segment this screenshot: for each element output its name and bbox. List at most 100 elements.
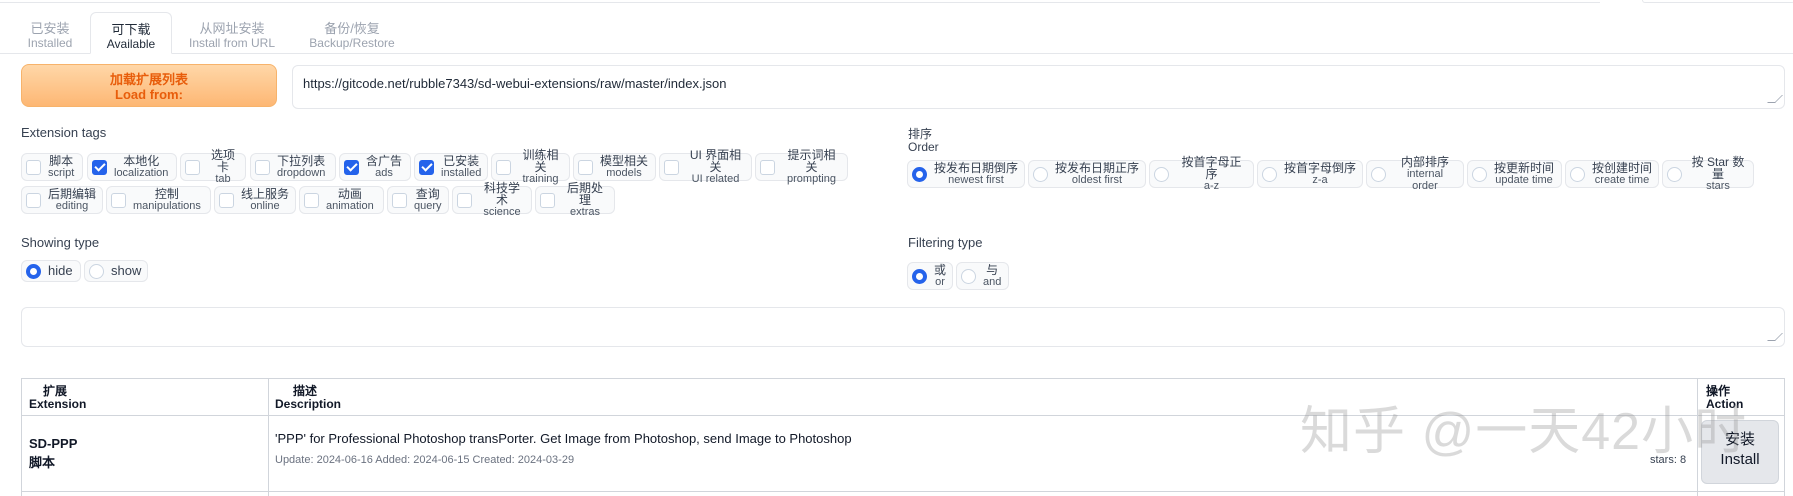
showing-show[interactable]: show [84, 260, 148, 282]
checkbox-icon[interactable] [457, 192, 472, 208]
checkbox-icon[interactable] [540, 192, 555, 208]
tag-label-zh: 脚本 [49, 154, 74, 168]
radio-icon[interactable] [1472, 166, 1487, 182]
tag-label-en: tab [215, 173, 231, 185]
checkbox-icon[interactable] [760, 159, 775, 175]
checkbox-checked-icon[interactable] [344, 159, 359, 175]
checkbox-icon[interactable] [26, 192, 41, 208]
tag-label-zh: 科技学术 [483, 181, 520, 207]
resize-handle-icon[interactable] [1767, 95, 1783, 103]
checkbox-icon[interactable] [664, 159, 679, 175]
filtering-and[interactable]: 与 and [956, 262, 1009, 290]
checkbox-icon[interactable] [496, 159, 511, 175]
load-button-en: Load from: [115, 87, 183, 102]
order-label-zh: 按发布日期倒序 [934, 161, 1019, 175]
showing-type-label: Showing type [21, 235, 100, 250]
filtering-label-en: or [935, 276, 945, 288]
tag-label-en: models [606, 167, 642, 179]
tag-script[interactable]: 脚本 script [21, 153, 83, 181]
tag-localization[interactable]: 本地化 localization [87, 153, 177, 181]
tag-label-zh: 已安装 [443, 154, 480, 168]
order-stars[interactable]: 按 Star 数量 stars [1662, 156, 1754, 192]
header-extension-en: Extension [29, 397, 87, 411]
tag-ads[interactable]: 含广告 ads [339, 153, 411, 181]
tag-label-en: science [483, 206, 521, 218]
order-newest-first[interactable]: 按发布日期倒序 newest first [907, 160, 1025, 188]
tag-label-en: ads [375, 167, 393, 179]
radio-icon[interactable] [1262, 166, 1277, 182]
checkbox-icon[interactable] [219, 192, 234, 208]
tab-installed[interactable]: 已安装 Installed [18, 18, 82, 54]
radio-icon[interactable] [89, 263, 104, 279]
tag-installed[interactable]: 已安装 installed [414, 153, 488, 181]
tag-animation[interactable]: 动画 animation [299, 186, 384, 214]
search-textarea[interactable] [21, 307, 1785, 347]
tag-extras[interactable]: 后期处理 extras [535, 182, 615, 218]
showing-hide[interactable]: hide [21, 260, 81, 282]
tag-dropdown[interactable]: 下拉列表 dropdown [250, 153, 336, 181]
tag-label-zh: 控制 [154, 187, 179, 201]
resize-handle-icon[interactable] [1767, 333, 1783, 341]
tag-manipulations[interactable]: 控制 manipulations [106, 186, 211, 214]
order-a-z[interactable]: 按首字母正序 a-z [1149, 156, 1254, 192]
tag-prompting[interactable]: 提示词相关 prompting [755, 149, 848, 185]
radio-icon[interactable] [1033, 166, 1048, 182]
tag-ui-related[interactable]: UI 界面相关 UI related [659, 149, 752, 185]
order-z-a[interactable]: 按首字母倒序 z-a [1257, 160, 1363, 188]
tag-label-en: extras [570, 206, 600, 218]
tab-backup-restore-zh: 备份/恢复 [324, 21, 380, 36]
tag-label-en: localization [114, 167, 169, 179]
tag-label-zh: 线上服务 [241, 187, 290, 201]
radio-selected-icon[interactable] [912, 268, 927, 284]
tag-query[interactable]: 查询 query [387, 186, 449, 214]
order-label-zh: 按 Star 数量 [1691, 155, 1745, 181]
table-row-divider [21, 491, 1785, 492]
checkbox-icon[interactable] [304, 192, 319, 208]
checkbox-icon[interactable] [392, 192, 407, 208]
tab-available[interactable]: 可下载 Available [90, 12, 172, 54]
order-update-time[interactable]: 按更新时间 update time [1467, 160, 1562, 188]
radio-icon[interactable] [961, 268, 976, 284]
tag-label-zh: 模型相关 [600, 154, 649, 168]
checkbox-icon[interactable] [578, 159, 593, 175]
filtering-or[interactable]: 或 or [907, 262, 953, 290]
checkbox-icon[interactable] [255, 159, 270, 175]
watermark: 知乎 @一天42小时 [1300, 403, 1748, 461]
load-extension-list-button[interactable]: 加载扩展列表 Load from: [21, 64, 277, 107]
tag-training[interactable]: 训练相关 training [491, 149, 570, 185]
checkbox-checked-icon[interactable] [419, 159, 434, 175]
radio-selected-icon[interactable] [912, 166, 927, 182]
tab-install-from-url-zh: 从网址安装 [199, 21, 265, 36]
extension-description: 'PPP' for Professional Photoshop transPo… [275, 431, 852, 446]
filtering-label-zh: 或 [934, 263, 947, 277]
tab-backup-restore[interactable]: 备份/恢复 Backup/Restore [302, 18, 402, 54]
order-create-time[interactable]: 按创建时间 create time [1565, 160, 1659, 188]
filtering-label-zh: 与 [986, 263, 999, 277]
order-label-en: oldest first [1071, 174, 1123, 186]
top-border [0, 0, 1600, 3]
checkbox-icon[interactable] [111, 192, 126, 208]
radio-icon[interactable] [1667, 166, 1682, 182]
extension-index-url-input[interactable]: https://gitcode.net/rubble7343/sd-webui-… [292, 65, 1785, 109]
radio-icon[interactable] [1570, 166, 1585, 182]
checkbox-icon[interactable] [185, 159, 200, 175]
order-internal-order[interactable]: 内部排序 internal order [1366, 156, 1464, 192]
order-label: 排序 Order [908, 128, 939, 154]
tag-editing[interactable]: 后期编辑 editing [21, 186, 103, 214]
tag-science[interactable]: 科技学术 science [452, 182, 532, 218]
tab-install-from-url[interactable]: 从网址安装 Install from URL [184, 18, 280, 54]
radio-icon[interactable] [1371, 166, 1386, 182]
load-button-zh: 加载扩展列表 [109, 72, 188, 87]
tag-online[interactable]: 线上服务 online [214, 186, 296, 214]
table-row-extension: SD-PPP 脚本 [29, 434, 77, 472]
checkbox-icon[interactable] [26, 159, 41, 175]
radio-selected-icon[interactable] [26, 263, 41, 279]
radio-icon[interactable] [1154, 166, 1169, 182]
tag-tab[interactable]: 选项卡 tab [180, 149, 246, 185]
order-label-en: z-a [1312, 174, 1328, 186]
checkbox-checked-icon[interactable] [92, 159, 107, 175]
order-oldest-first[interactable]: 按发布日期正序 oldest first [1028, 160, 1146, 188]
extension-name-link[interactable]: SD-PPP [29, 434, 77, 453]
tag-models[interactable]: 模型相关 models [573, 153, 656, 181]
order-label-zh: 按更新时间 [1494, 161, 1555, 175]
